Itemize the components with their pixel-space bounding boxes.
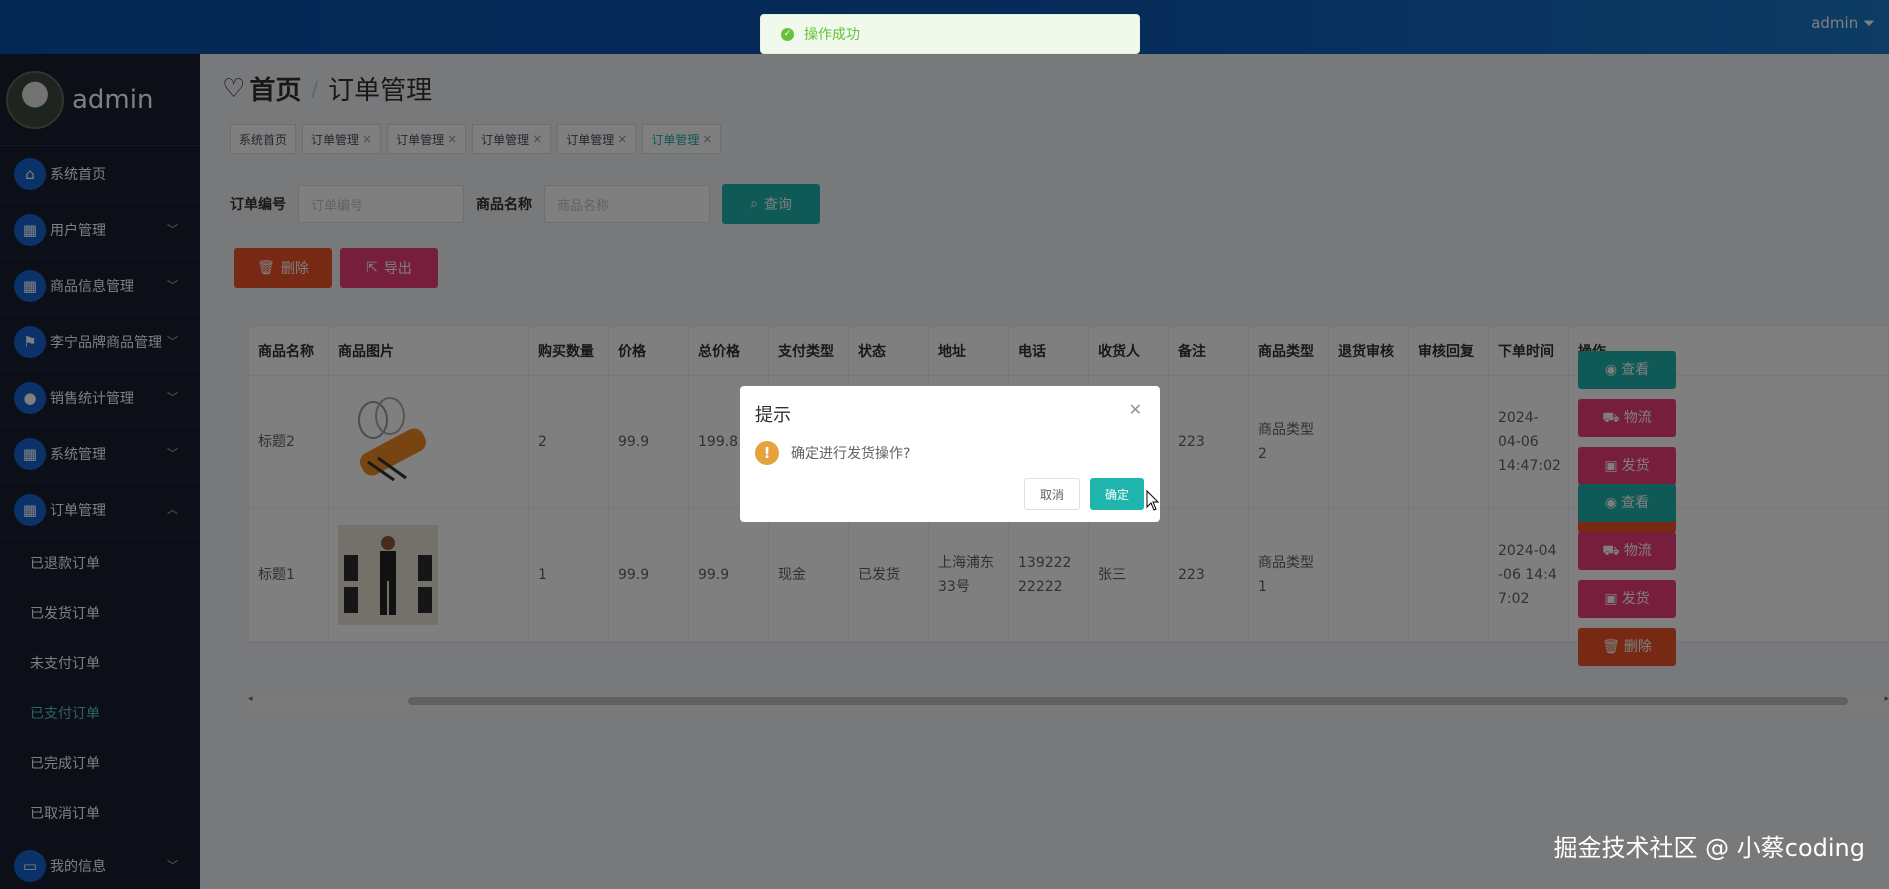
- success-toast: ✓ 操作成功: [760, 14, 1140, 54]
- cancel-button[interactable]: 取消: [1023, 478, 1080, 510]
- dialog-buttons: 取消 确定: [1023, 478, 1144, 510]
- toast-message: 操作成功: [804, 27, 860, 43]
- confirm-dialog: 提示 ✕ ! 确定进行发货操作? 取消 确定: [740, 386, 1160, 522]
- mouse-cursor-icon: [1146, 490, 1160, 511]
- confirm-button[interactable]: 确定: [1089, 478, 1144, 510]
- warning-icon: !: [755, 441, 779, 465]
- dialog-message: 确定进行发货操作?: [791, 446, 911, 462]
- close-icon[interactable]: ✕: [1129, 400, 1142, 419]
- watermark: 掘金技术社区 @ 小蔡coding: [1553, 834, 1865, 862]
- dialog-body: ! 确定进行发货操作?: [755, 441, 1145, 465]
- dialog-title: 提示: [755, 405, 791, 426]
- check-icon: ✓: [781, 27, 794, 41]
